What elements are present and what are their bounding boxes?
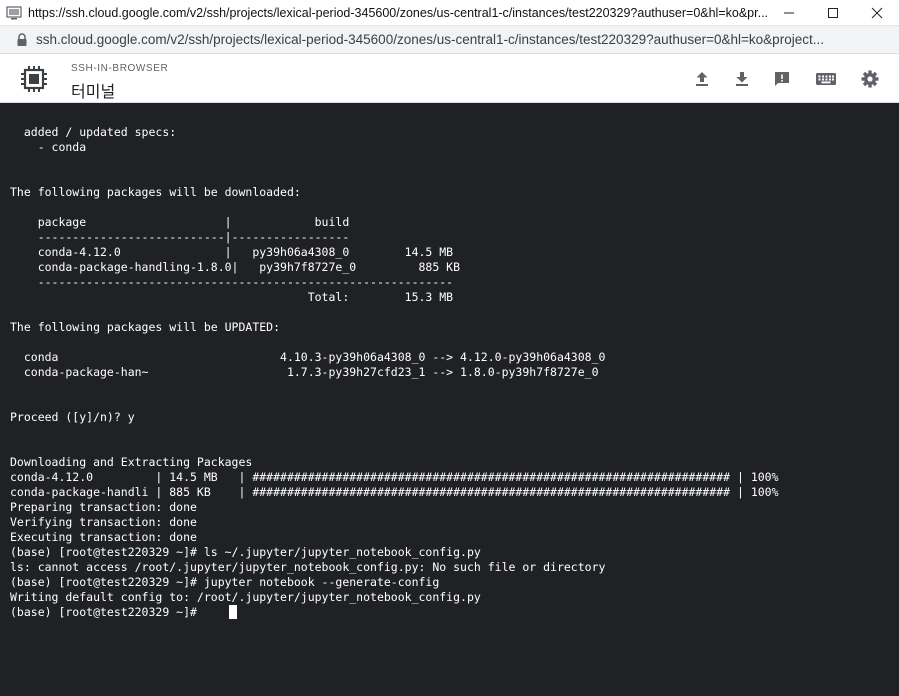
feedback-button[interactable]: [772, 69, 792, 89]
terminal-output[interactable]: added / updated specs: - conda The follow…: [0, 103, 899, 696]
terminal-line: Total: 15.3 MB: [10, 290, 454, 304]
download-icon: [736, 72, 748, 86]
address-bar[interactable]: ssh.cloud.google.com/v2/ssh/projects/lex…: [0, 26, 899, 54]
terminal-line: Verifying transaction: done: [10, 515, 197, 529]
browser-app-icon: [6, 5, 22, 19]
minimize-icon: [784, 12, 794, 14]
terminal-line: ls: cannot access /root/.jupyter/jupyter…: [10, 560, 606, 574]
window-title-bar: https://ssh.cloud.google.com/v2/ssh/proj…: [0, 0, 899, 26]
terminal-line: conda-4.12.0 | 14.5 MB | ###############…: [10, 470, 779, 484]
terminal-line: added / updated specs:: [10, 125, 177, 139]
terminal-cursor: [229, 605, 237, 619]
settings-button[interactable]: [860, 69, 880, 89]
terminal-line: package | build: [10, 215, 350, 229]
terminal-line: Proceed ([y]/n)? y: [10, 410, 135, 424]
close-icon: [871, 7, 883, 19]
address-url[interactable]: ssh.cloud.google.com/v2/ssh/projects/lex…: [36, 32, 886, 47]
feedback-icon: [775, 72, 789, 86]
minimize-button[interactable]: [767, 0, 811, 26]
terminal-line: Executing transaction: done: [10, 530, 197, 544]
terminal-line: conda-package-handling-1.8.0| py39h7f872…: [10, 260, 461, 274]
app-header: SSH-IN-BROWSER 터미널: [0, 54, 899, 103]
terminal-line: conda 4.10.3-py39h06a4308_0 --> 4.12.0-p…: [10, 350, 606, 364]
terminal-line: conda-4.12.0 | py39h06a4308_0 14.5 MB: [10, 245, 454, 259]
keyboard-icon: [816, 73, 836, 85]
upload-file-button[interactable]: [692, 69, 712, 89]
terminal-line: Downloading and Extracting Packages: [10, 455, 253, 469]
terminal-line: ---------------------------|------------…: [10, 230, 350, 244]
terminal-line: The following packages will be UPDATED:: [10, 320, 281, 334]
terminal-line: Preparing transaction: done: [10, 500, 197, 514]
terminal-line: conda-package-han~ 1.7.3-py39h27cfd23_1 …: [10, 365, 599, 379]
terminal-line: (base) [root@test220329 ~]# ls ~/.jupyte…: [10, 545, 481, 559]
app-subtitle: SSH-IN-BROWSER: [71, 63, 169, 74]
upload-icon: [696, 72, 708, 86]
settings-icon: [861, 70, 879, 88]
terminal-line: The following packages will be downloade…: [10, 185, 301, 199]
terminal-line: - conda: [10, 140, 87, 154]
terminal-line: conda-package-handli | 885 KB | ########…: [10, 485, 779, 499]
close-button[interactable]: [855, 0, 899, 26]
maximize-icon: [828, 8, 838, 18]
terminal-line: (base) [root@test220329 ~]#: [10, 605, 204, 619]
window-title: https://ssh.cloud.google.com/v2/ssh/proj…: [28, 5, 768, 20]
maximize-button[interactable]: [811, 0, 855, 26]
terminal-line: Writing default config to: /root/.jupyte…: [10, 590, 481, 604]
lock-icon: [17, 32, 27, 46]
keyboard-button[interactable]: [815, 69, 837, 89]
page-title: 터미널: [71, 82, 116, 101]
download-file-button[interactable]: [732, 69, 752, 89]
compute-engine-chip-icon: [21, 66, 47, 92]
terminal-line: (base) [root@test220329 ~]# jupyter note…: [10, 575, 440, 589]
terminal-line: ----------------------------------------…: [10, 275, 454, 289]
